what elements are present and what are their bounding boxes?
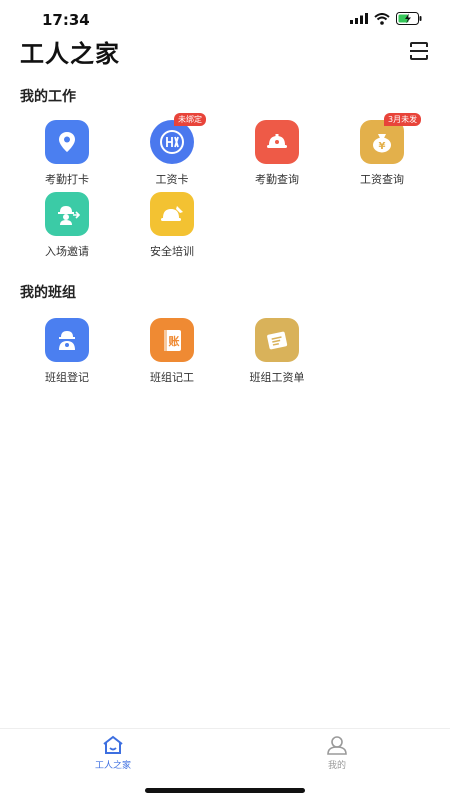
wifi-icon <box>374 12 390 25</box>
signal-icon <box>350 13 368 24</box>
unpaid-badge: 3月未发 <box>384 113 422 126</box>
ledger-book-icon: 账 <box>150 318 194 362</box>
home-indicator <box>145 788 305 793</box>
status-time: 17:34 <box>42 11 90 29</box>
scan-icon[interactable] <box>408 40 430 62</box>
team-register-icon <box>45 318 89 362</box>
tile-label: 考勤查询 <box>255 173 299 186</box>
page-title: 工人之家 <box>20 40 120 68</box>
tile-safety-training[interactable]: 安全培训 <box>120 192 224 262</box>
helmet-search-icon <box>255 120 299 164</box>
home-icon <box>103 735 123 754</box>
app-header: 工人之家 <box>0 34 450 70</box>
worker-invite-icon <box>45 192 89 236</box>
section-title-work: 我的工作 <box>20 89 76 105</box>
tab-mine-label: 我的 <box>327 761 346 771</box>
status-bar: 17:34 <box>0 0 450 36</box>
tile-label: 安全培训 <box>150 245 194 258</box>
tile-team-register[interactable]: 班组登记 <box>15 318 119 388</box>
tile-salary-card[interactable]: 未绑定 工资卡 <box>120 113 224 190</box>
tile-label: 工资卡 <box>155 173 189 186</box>
status-icons <box>350 12 422 25</box>
tile-label: 考勤打卡 <box>45 173 89 186</box>
tile-label: 入场邀请 <box>45 245 89 258</box>
tile-label: 班组登记 <box>45 371 89 384</box>
unbound-badge: 未绑定 <box>174 113 206 126</box>
payroll-sheet-icon <box>255 318 299 362</box>
bank-card-icon: 未绑定 <box>150 113 206 164</box>
location-pin-icon <box>45 120 89 164</box>
tile-label: 工资查询 <box>360 173 404 186</box>
money-bag-icon: ¥ 3月未发 <box>360 113 422 164</box>
safety-helmet-icon <box>150 192 194 236</box>
tile-salary-query[interactable]: ¥ 3月未发 工资查询 <box>330 113 434 190</box>
section-title-team: 我的班组 <box>20 285 76 301</box>
tile-team-payroll[interactable]: 班组工资单 <box>225 318 329 388</box>
tile-entry-invite[interactable]: 入场邀请 <box>15 192 119 262</box>
tile-team-worklog[interactable]: 账 班组记工 <box>120 318 224 388</box>
tab-mine[interactable]: 我的 <box>302 735 372 771</box>
tile-label: 班组工资单 <box>249 371 305 384</box>
tab-home-label: 工人之家 <box>94 761 131 771</box>
svg-text:¥: ¥ <box>379 141 386 152</box>
svg-text:账: 账 <box>169 334 180 348</box>
battery-charging-icon <box>396 12 422 25</box>
user-icon <box>327 736 347 755</box>
tile-label: 班组记工 <box>150 371 194 384</box>
tab-home[interactable]: 工人之家 <box>78 735 148 771</box>
tile-attendance-checkin[interactable]: 考勤打卡 <box>15 120 119 190</box>
tile-attendance-query[interactable]: 考勤查询 <box>225 120 329 190</box>
